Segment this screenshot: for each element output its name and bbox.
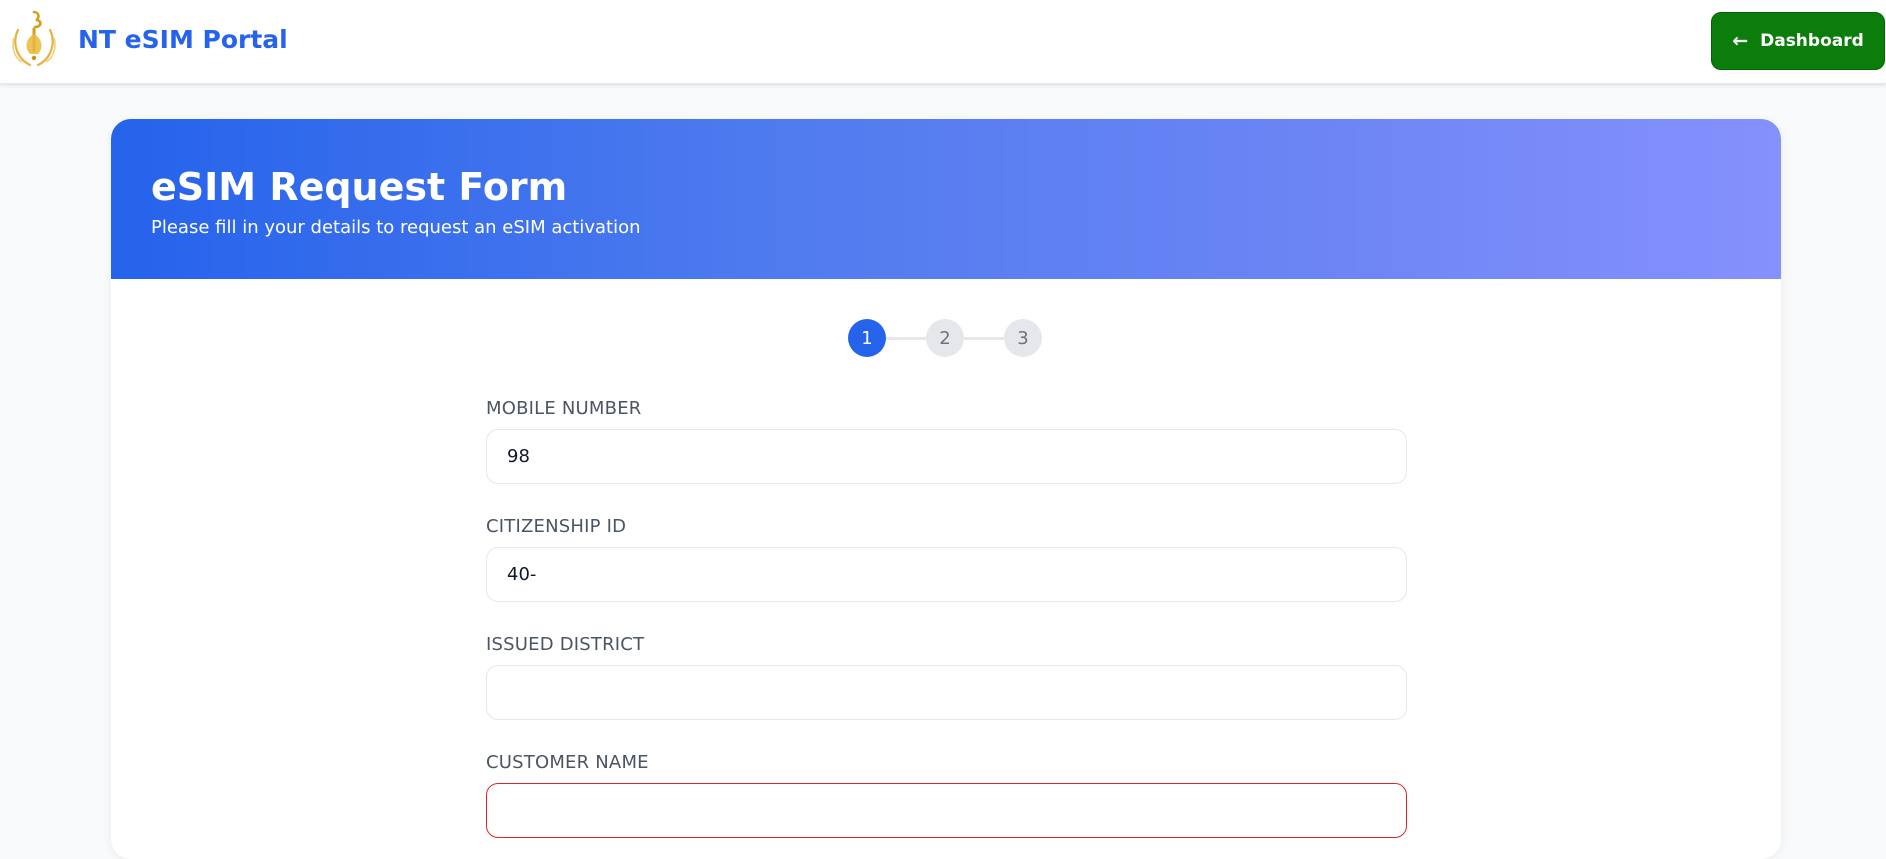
arrow-left-icon: ← xyxy=(1732,29,1749,52)
form-subtitle: Please fill in your details to request a… xyxy=(151,216,641,238)
customer-name-label: CUSTOMER NAME xyxy=(486,752,649,773)
citizenship-id-input[interactable] xyxy=(486,547,1407,602)
step-3[interactable]: 3 xyxy=(1004,319,1042,357)
mobile-number-label: MOBILE NUMBER xyxy=(486,398,642,419)
step-indicator: 1 2 3 xyxy=(848,319,1084,357)
brand[interactable]: NT eSIM Portal xyxy=(8,8,288,70)
top-navbar: NT eSIM Portal ← Dashboard xyxy=(0,0,1886,84)
customer-name-input[interactable] xyxy=(486,783,1407,838)
esim-request-card: eSIM Request Form Please fill in your de… xyxy=(111,119,1781,859)
form-header: eSIM Request Form Please fill in your de… xyxy=(111,119,1781,279)
brand-name: NT eSIM Portal xyxy=(78,24,288,54)
issued-district-label: ISSUED DISTRICT xyxy=(486,634,645,655)
dashboard-button[interactable]: ← Dashboard xyxy=(1711,12,1885,70)
step-1[interactable]: 1 xyxy=(848,319,886,357)
step-2[interactable]: 2 xyxy=(926,319,964,357)
step-connector xyxy=(964,337,1004,340)
nt-logo-icon xyxy=(12,10,56,67)
mobile-number-input[interactable] xyxy=(486,429,1407,484)
form-title: eSIM Request Form xyxy=(151,165,568,209)
citizenship-id-label: CITIZENSHIP ID xyxy=(486,516,627,537)
issued-district-input[interactable] xyxy=(486,665,1407,720)
dashboard-button-label: Dashboard xyxy=(1760,31,1864,51)
step-connector xyxy=(886,337,926,340)
